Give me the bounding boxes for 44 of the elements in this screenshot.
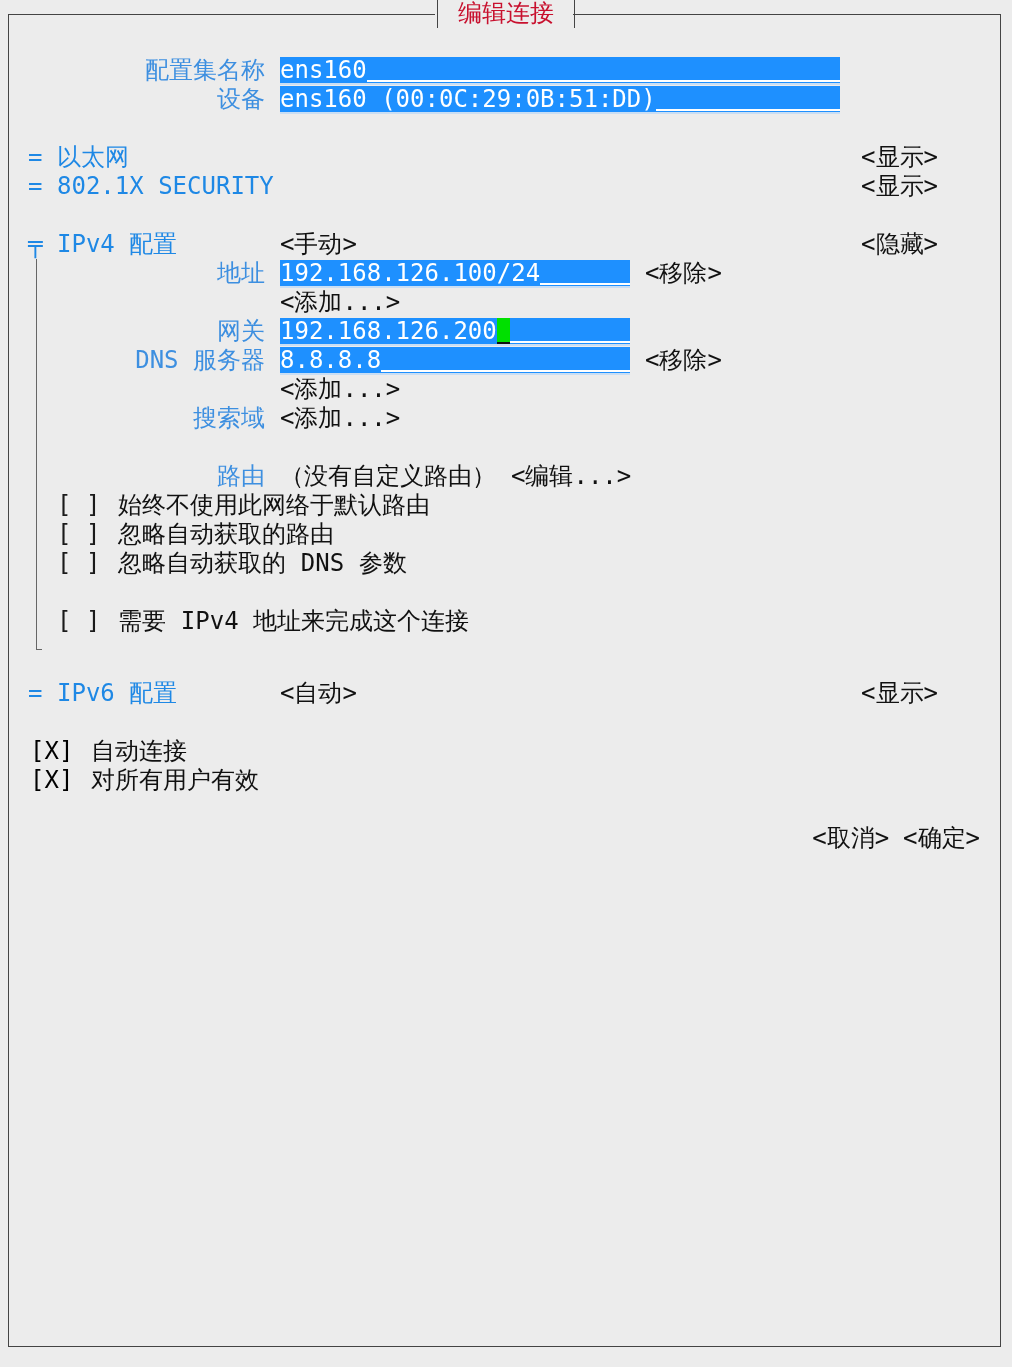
section-marker: =	[28, 172, 44, 201]
text-cursor	[496, 317, 510, 344]
checkbox[interactable]: [X]	[30, 766, 74, 795]
field-label: 配置集名称	[145, 56, 265, 85]
checkbox-label: 需要 IPv4 地址来完成这个连接	[118, 607, 470, 636]
checkbox-label: 自动连接	[91, 737, 188, 766]
checkbox-label: 忽略自动获取的路由	[118, 520, 335, 549]
remove-button[interactable]: <移除>	[645, 259, 980, 288]
checkbox[interactable]: [ ]	[57, 520, 101, 549]
checkbox[interactable]: [ ]	[57, 491, 101, 520]
edit-button[interactable]: <编辑...>	[511, 462, 632, 491]
section-marker: =	[28, 143, 44, 172]
section-marker: ╤	[28, 230, 44, 259]
checkbox[interactable]: [X]	[30, 737, 74, 766]
dialog-title: 编辑连接	[437, 0, 575, 28]
checkbox-label: 忽略自动获取的 DNS 参数	[118, 549, 407, 578]
checkbox[interactable]: [ ]	[57, 607, 101, 636]
field-label: DNS 服务器	[135, 346, 265, 375]
checkbox-label: 始终不使用此网络于默认路由	[118, 491, 431, 520]
field-label: 路由	[217, 462, 265, 491]
field-label: 设备	[217, 85, 265, 114]
routes-value: （没有自定义路由）	[280, 462, 496, 491]
section-title: 802.1X SECURITY	[57, 172, 275, 201]
section-toggle[interactable]: <显示>	[861, 679, 938, 708]
remove-button[interactable]: <移除>	[645, 346, 980, 375]
section-toggle[interactable]: <显示>	[861, 143, 938, 172]
checkbox-label: 对所有用户有效	[91, 766, 260, 795]
mode-dropdown[interactable]: <手动>	[280, 230, 862, 259]
section-title: IPv6 配置	[57, 679, 179, 708]
cancel-button[interactable]: <取消>	[812, 824, 890, 853]
checkbox[interactable]: [ ]	[57, 549, 101, 578]
section-toggle[interactable]: <隐藏>	[861, 230, 938, 259]
add-button[interactable]: <添加...>	[280, 404, 630, 433]
section-title: IPv4 配置	[57, 230, 179, 259]
ok-button[interactable]: <确定>	[903, 824, 980, 853]
section-title: 以太网	[57, 143, 130, 172]
field-label: 搜索域	[193, 404, 265, 433]
mode-dropdown[interactable]: <自动>	[280, 679, 862, 708]
add-button[interactable]: <添加...>	[280, 288, 630, 317]
section-toggle[interactable]: <显示>	[861, 172, 938, 201]
section-marker: =	[28, 679, 44, 708]
add-button[interactable]: <添加...>	[280, 375, 630, 404]
field-label: 网关	[217, 317, 265, 346]
field-label: 地址	[217, 259, 265, 288]
